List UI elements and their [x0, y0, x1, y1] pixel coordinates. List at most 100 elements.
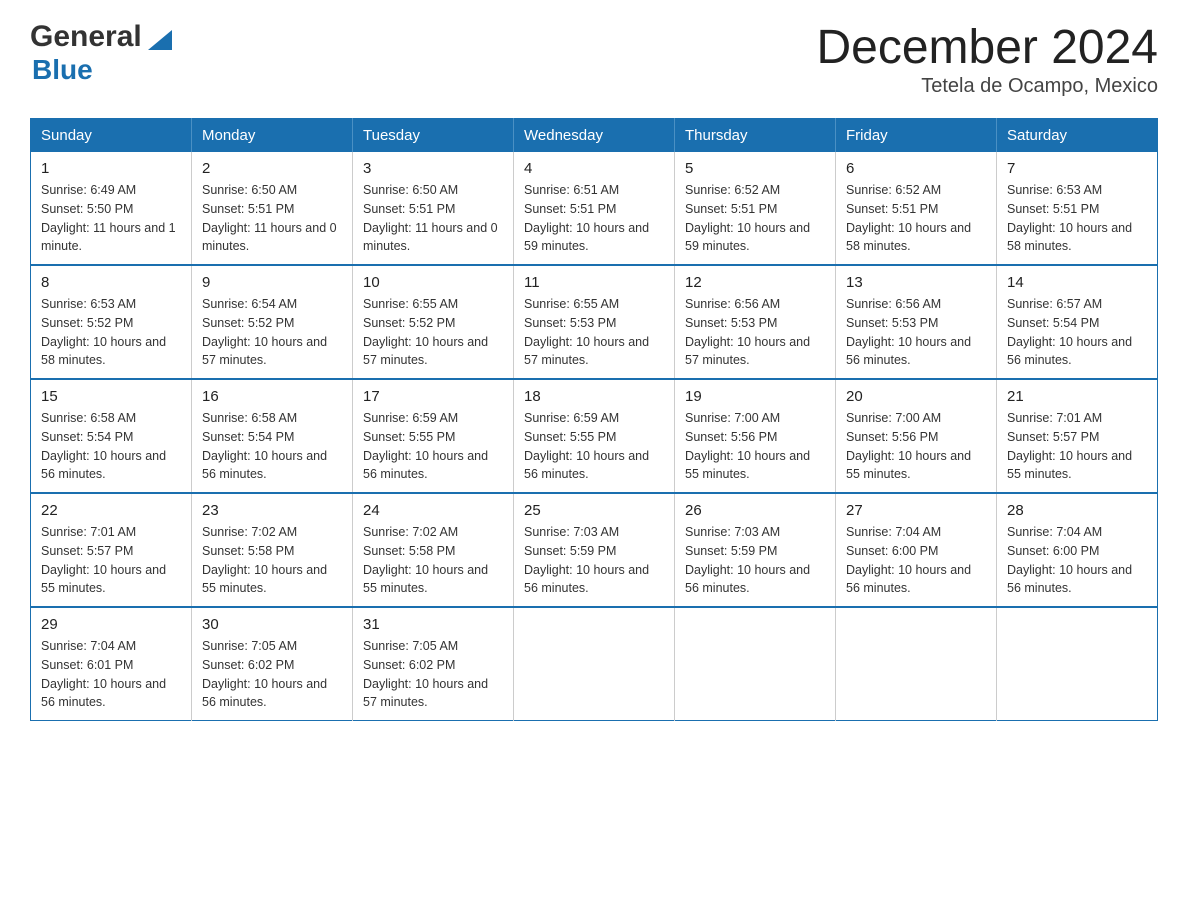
table-row: 31 Sunrise: 7:05 AM Sunset: 6:02 PM Dayl… — [353, 607, 514, 721]
day-info: Sunrise: 7:04 AM Sunset: 6:00 PM Dayligh… — [846, 523, 986, 598]
col-saturday: Saturday — [997, 119, 1158, 153]
day-number: 1 — [41, 160, 181, 177]
day-number: 27 — [846, 502, 986, 519]
table-row: 21 Sunrise: 7:01 AM Sunset: 5:57 PM Dayl… — [997, 379, 1158, 493]
day-number: 18 — [524, 388, 664, 405]
day-info: Sunrise: 6:53 AM Sunset: 5:51 PM Dayligh… — [1007, 181, 1147, 256]
day-info: Sunrise: 6:52 AM Sunset: 5:51 PM Dayligh… — [846, 181, 986, 256]
day-info: Sunrise: 6:50 AM Sunset: 5:51 PM Dayligh… — [363, 181, 503, 256]
col-wednesday: Wednesday — [514, 119, 675, 153]
table-row: 3 Sunrise: 6:50 AM Sunset: 5:51 PM Dayli… — [353, 152, 514, 265]
calendar-location: Tetela de Ocampo, Mexico — [816, 75, 1158, 98]
day-info: Sunrise: 7:01 AM Sunset: 5:57 PM Dayligh… — [1007, 409, 1147, 484]
day-info: Sunrise: 7:03 AM Sunset: 5:59 PM Dayligh… — [685, 523, 825, 598]
day-info: Sunrise: 7:01 AM Sunset: 5:57 PM Dayligh… — [41, 523, 181, 598]
table-row: 19 Sunrise: 7:00 AM Sunset: 5:56 PM Dayl… — [675, 379, 836, 493]
day-number: 9 — [202, 274, 342, 291]
day-number: 23 — [202, 502, 342, 519]
day-number: 8 — [41, 274, 181, 291]
day-number: 10 — [363, 274, 503, 291]
day-number: 24 — [363, 502, 503, 519]
day-info: Sunrise: 6:59 AM Sunset: 5:55 PM Dayligh… — [524, 409, 664, 484]
table-row: 29 Sunrise: 7:04 AM Sunset: 6:01 PM Dayl… — [31, 607, 192, 721]
calendar-body: 1 Sunrise: 6:49 AM Sunset: 5:50 PM Dayli… — [31, 152, 1158, 721]
day-number: 11 — [524, 274, 664, 291]
day-info: Sunrise: 7:00 AM Sunset: 5:56 PM Dayligh… — [846, 409, 986, 484]
table-row: 17 Sunrise: 6:59 AM Sunset: 5:55 PM Dayl… — [353, 379, 514, 493]
table-row: 16 Sunrise: 6:58 AM Sunset: 5:54 PM Dayl… — [192, 379, 353, 493]
table-row: 5 Sunrise: 6:52 AM Sunset: 5:51 PM Dayli… — [675, 152, 836, 265]
table-row: 11 Sunrise: 6:55 AM Sunset: 5:53 PM Dayl… — [514, 265, 675, 379]
day-info: Sunrise: 6:52 AM Sunset: 5:51 PM Dayligh… — [685, 181, 825, 256]
page-header: General Blue December 2024 Tetela de Oca… — [30, 20, 1158, 98]
table-row: 14 Sunrise: 6:57 AM Sunset: 5:54 PM Dayl… — [997, 265, 1158, 379]
day-info: Sunrise: 6:56 AM Sunset: 5:53 PM Dayligh… — [685, 295, 825, 370]
day-number: 30 — [202, 616, 342, 633]
day-number: 17 — [363, 388, 503, 405]
logo-triangle-icon — [144, 22, 176, 54]
day-number: 3 — [363, 160, 503, 177]
day-info: Sunrise: 6:55 AM Sunset: 5:52 PM Dayligh… — [363, 295, 503, 370]
calendar-header-row: Sunday Monday Tuesday Wednesday Thursday… — [31, 119, 1158, 153]
day-number: 7 — [1007, 160, 1147, 177]
table-row — [836, 607, 997, 721]
table-row: 28 Sunrise: 7:04 AM Sunset: 6:00 PM Dayl… — [997, 493, 1158, 607]
table-row: 18 Sunrise: 6:59 AM Sunset: 5:55 PM Dayl… — [514, 379, 675, 493]
day-info: Sunrise: 6:54 AM Sunset: 5:52 PM Dayligh… — [202, 295, 342, 370]
table-row: 6 Sunrise: 6:52 AM Sunset: 5:51 PM Dayli… — [836, 152, 997, 265]
calendar-title: December 2024 — [816, 20, 1158, 75]
calendar-week-row: 22 Sunrise: 7:01 AM Sunset: 5:57 PM Dayl… — [31, 493, 1158, 607]
table-row: 30 Sunrise: 7:05 AM Sunset: 6:02 PM Dayl… — [192, 607, 353, 721]
day-number: 28 — [1007, 502, 1147, 519]
table-row: 8 Sunrise: 6:53 AM Sunset: 5:52 PM Dayli… — [31, 265, 192, 379]
day-number: 22 — [41, 502, 181, 519]
day-number: 29 — [41, 616, 181, 633]
table-row — [675, 607, 836, 721]
day-info: Sunrise: 6:49 AM Sunset: 5:50 PM Dayligh… — [41, 181, 181, 256]
table-row — [514, 607, 675, 721]
calendar-table: Sunday Monday Tuesday Wednesday Thursday… — [30, 118, 1158, 721]
col-monday: Monday — [192, 119, 353, 153]
table-row: 7 Sunrise: 6:53 AM Sunset: 5:51 PM Dayli… — [997, 152, 1158, 265]
table-row: 9 Sunrise: 6:54 AM Sunset: 5:52 PM Dayli… — [192, 265, 353, 379]
col-friday: Friday — [836, 119, 997, 153]
day-number: 15 — [41, 388, 181, 405]
day-number: 14 — [1007, 274, 1147, 291]
day-info: Sunrise: 7:04 AM Sunset: 6:00 PM Dayligh… — [1007, 523, 1147, 598]
day-number: 5 — [685, 160, 825, 177]
day-info: Sunrise: 7:05 AM Sunset: 6:02 PM Dayligh… — [363, 637, 503, 712]
calendar-week-row: 15 Sunrise: 6:58 AM Sunset: 5:54 PM Dayl… — [31, 379, 1158, 493]
day-number: 4 — [524, 160, 664, 177]
day-number: 21 — [1007, 388, 1147, 405]
table-row: 15 Sunrise: 6:58 AM Sunset: 5:54 PM Dayl… — [31, 379, 192, 493]
table-row: 22 Sunrise: 7:01 AM Sunset: 5:57 PM Dayl… — [31, 493, 192, 607]
day-info: Sunrise: 6:58 AM Sunset: 5:54 PM Dayligh… — [202, 409, 342, 484]
calendar-week-row: 29 Sunrise: 7:04 AM Sunset: 6:01 PM Dayl… — [31, 607, 1158, 721]
table-row: 1 Sunrise: 6:49 AM Sunset: 5:50 PM Dayli… — [31, 152, 192, 265]
table-row: 2 Sunrise: 6:50 AM Sunset: 5:51 PM Dayli… — [192, 152, 353, 265]
day-info: Sunrise: 7:00 AM Sunset: 5:56 PM Dayligh… — [685, 409, 825, 484]
day-number: 13 — [846, 274, 986, 291]
day-info: Sunrise: 7:05 AM Sunset: 6:02 PM Dayligh… — [202, 637, 342, 712]
day-number: 25 — [524, 502, 664, 519]
table-row: 10 Sunrise: 6:55 AM Sunset: 5:52 PM Dayl… — [353, 265, 514, 379]
table-row: 25 Sunrise: 7:03 AM Sunset: 5:59 PM Dayl… — [514, 493, 675, 607]
table-row: 23 Sunrise: 7:02 AM Sunset: 5:58 PM Dayl… — [192, 493, 353, 607]
day-info: Sunrise: 6:50 AM Sunset: 5:51 PM Dayligh… — [202, 181, 342, 256]
day-info: Sunrise: 6:57 AM Sunset: 5:54 PM Dayligh… — [1007, 295, 1147, 370]
day-number: 12 — [685, 274, 825, 291]
day-info: Sunrise: 7:02 AM Sunset: 5:58 PM Dayligh… — [202, 523, 342, 598]
table-row: 12 Sunrise: 6:56 AM Sunset: 5:53 PM Dayl… — [675, 265, 836, 379]
day-number: 26 — [685, 502, 825, 519]
table-row: 13 Sunrise: 6:56 AM Sunset: 5:53 PM Dayl… — [836, 265, 997, 379]
day-info: Sunrise: 6:56 AM Sunset: 5:53 PM Dayligh… — [846, 295, 986, 370]
table-row: 27 Sunrise: 7:04 AM Sunset: 6:00 PM Dayl… — [836, 493, 997, 607]
day-info: Sunrise: 7:03 AM Sunset: 5:59 PM Dayligh… — [524, 523, 664, 598]
table-row: 20 Sunrise: 7:00 AM Sunset: 5:56 PM Dayl… — [836, 379, 997, 493]
table-row: 24 Sunrise: 7:02 AM Sunset: 5:58 PM Dayl… — [353, 493, 514, 607]
day-number: 16 — [202, 388, 342, 405]
col-tuesday: Tuesday — [353, 119, 514, 153]
day-number: 20 — [846, 388, 986, 405]
table-row: 4 Sunrise: 6:51 AM Sunset: 5:51 PM Dayli… — [514, 152, 675, 265]
day-info: Sunrise: 6:51 AM Sunset: 5:51 PM Dayligh… — [524, 181, 664, 256]
